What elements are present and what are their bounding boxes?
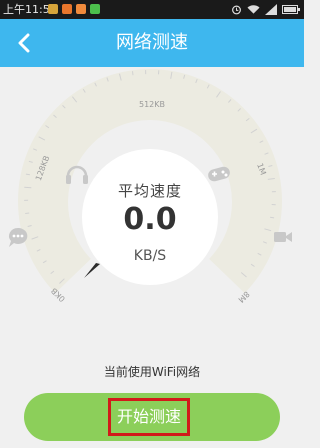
speed-value: 0.0 xyxy=(123,202,177,237)
video-camera-icon xyxy=(274,232,292,242)
title-bar: 网络测速 xyxy=(0,19,304,67)
average-speed-label: 平均速度 xyxy=(117,182,182,200)
notification-icon xyxy=(90,4,100,14)
gauge-tick xyxy=(24,186,32,189)
network-status-text: 当前使用WiFi网络 xyxy=(103,365,201,379)
gauge-tick xyxy=(25,173,30,176)
gauge-tick xyxy=(270,216,275,219)
tick-label-512kb: 512KB xyxy=(139,100,165,109)
tick-label-8m: 8M xyxy=(236,289,251,304)
speed-unit: KB/S xyxy=(133,248,167,264)
wifi-icon xyxy=(247,5,260,14)
gauge-tick xyxy=(132,71,134,76)
signal-icon xyxy=(265,4,277,15)
speed-test-panel: 0KB 128KB 512KB 1M 8M 平均速度 0.0 KB/S 当前使用… xyxy=(0,67,304,448)
notification-icon xyxy=(62,4,72,14)
battery-icon xyxy=(282,5,300,14)
start-speed-test-button[interactable] xyxy=(24,393,280,441)
chat-icon xyxy=(9,227,28,247)
notification-icon xyxy=(48,4,58,14)
gauge-tick xyxy=(25,212,30,214)
notification-icon xyxy=(76,4,86,14)
status-bar: 上午11:57 xyxy=(0,0,304,19)
speed-needle xyxy=(84,263,100,278)
page-title: 网络测速 xyxy=(116,32,188,53)
alarm-icon xyxy=(232,5,241,15)
status-icons xyxy=(231,2,300,17)
